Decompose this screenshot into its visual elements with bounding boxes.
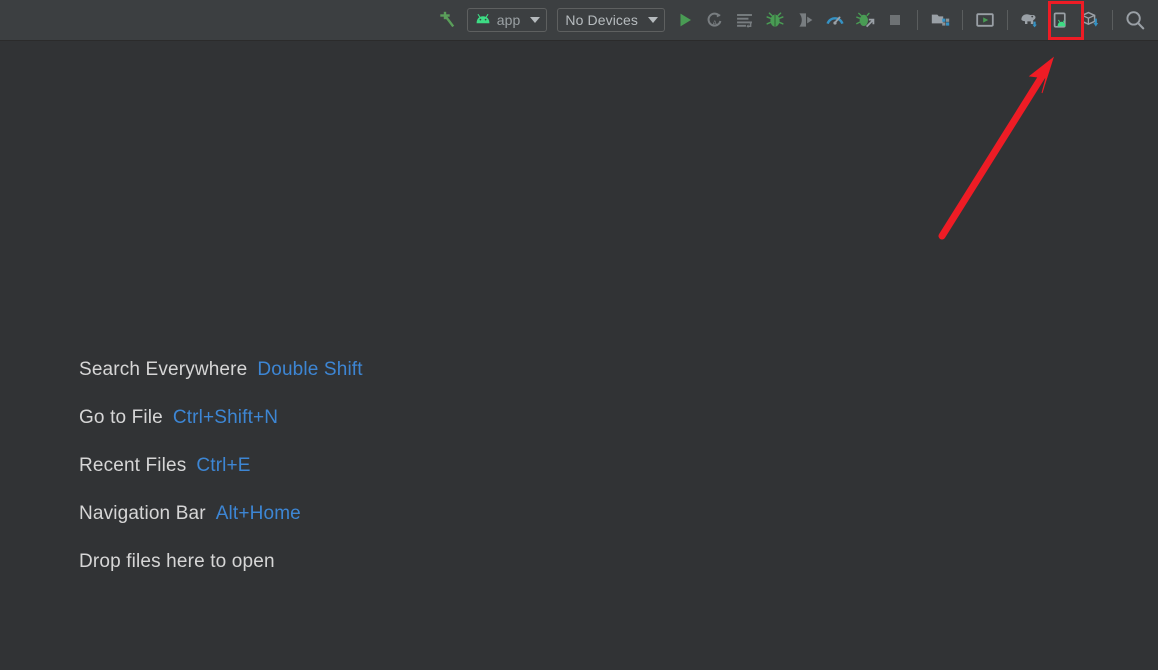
toolbar-separator	[962, 10, 963, 30]
hint-shortcut: Ctrl+Shift+N	[172, 407, 279, 428]
device-selector-combo[interactable]: No Devices	[557, 8, 665, 32]
sdk-manager-button[interactable]	[1016, 6, 1044, 34]
run-configuration-label: app	[496, 12, 521, 28]
hint-shortcut: Alt+Home	[215, 503, 301, 524]
sync-gradle-cube-icon	[1081, 11, 1099, 27]
stop-button[interactable]	[881, 6, 909, 34]
profiler-button[interactable]	[821, 6, 849, 34]
make-project-button[interactable]	[433, 6, 461, 34]
toolbar-separator	[1007, 10, 1008, 30]
chevron-down-icon	[648, 17, 658, 23]
hint-label: Navigation Bar	[79, 503, 206, 524]
apply-code-changes-icon	[737, 14, 752, 28]
debug-button[interactable]	[761, 6, 789, 34]
run-icon	[680, 13, 691, 27]
search-everywhere-button[interactable]	[1121, 6, 1149, 34]
device-selector-label: No Devices	[565, 12, 638, 28]
run-button[interactable]	[671, 6, 699, 34]
hint-row-navigation-bar: Navigation Bar Alt+Home	[79, 490, 363, 538]
hammer-icon	[440, 11, 454, 28]
profiler-gauge-icon	[826, 16, 844, 25]
hint-label: Search Everywhere	[79, 359, 248, 380]
search-icon	[1126, 11, 1145, 30]
attach-process-icon	[856, 12, 875, 28]
project-structure-button[interactable]	[926, 6, 954, 34]
hint-row-search-everywhere: Search Everywhere Double Shift	[79, 346, 363, 394]
apply-changes-icon: A	[707, 12, 722, 27]
avd-manager-icon	[976, 13, 994, 27]
attach-debugger-icon	[799, 13, 813, 27]
toolbar-separator	[1112, 10, 1113, 30]
android-studio-window: app No Devices A Search Everywhere Doubl…	[0, 0, 1158, 670]
sync-gradle-button[interactable]	[1076, 6, 1104, 34]
hint-row-drop-files[interactable]: Drop files here to open	[79, 538, 363, 586]
project-structure-icon	[931, 14, 950, 26]
hint-label: Drop files here to open	[79, 551, 275, 572]
hint-shortcut: Ctrl+E	[196, 455, 251, 476]
apply-changes-restart-button[interactable]: A	[701, 6, 729, 34]
hint-label: Recent Files	[79, 455, 187, 476]
apply-code-changes-button[interactable]	[731, 6, 759, 34]
stop-square-icon	[890, 15, 900, 25]
attach-debugger-button[interactable]	[791, 6, 819, 34]
toolbar-actions-strip: app No Devices A	[432, 0, 1150, 40]
gradle-elephant-icon	[1021, 14, 1037, 28]
hint-row-go-to-file: Go to File Ctrl+Shift+N	[79, 394, 363, 442]
toolbar-separator	[917, 10, 918, 30]
hint-row-recent-files: Recent Files Ctrl+E	[79, 442, 363, 490]
hint-label: Go to File	[79, 407, 163, 428]
hint-shortcut: Double Shift	[257, 359, 363, 380]
device-manager-button[interactable]	[1046, 6, 1074, 34]
attach-process-button[interactable]	[851, 6, 879, 34]
empty-editor-hints: Search Everywhere Double Shift Go to Fil…	[79, 346, 363, 586]
annotation-arrow	[938, 56, 1054, 240]
chevron-down-icon	[530, 17, 541, 23]
main-toolbar: app No Devices A	[0, 0, 1158, 41]
run-configuration-combo[interactable]: app	[466, 8, 548, 32]
device-manager-icon	[1053, 12, 1066, 28]
android-head-icon	[475, 14, 491, 26]
debug-bug-icon	[766, 12, 784, 27]
avd-manager-button[interactable]	[971, 6, 999, 34]
svg-text:A: A	[712, 18, 717, 27]
